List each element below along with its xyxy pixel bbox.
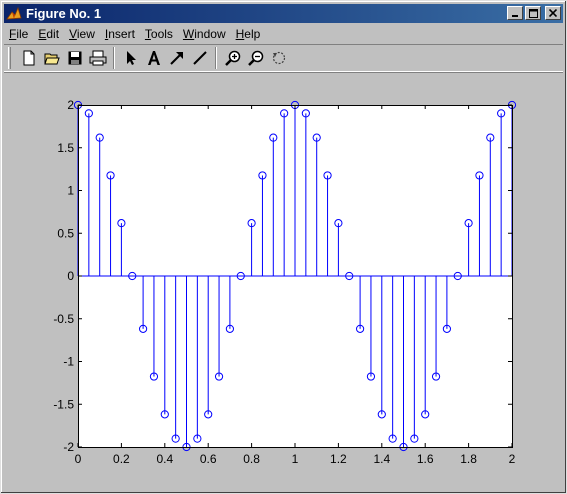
x-tick-label: 2 — [509, 452, 516, 466]
folder-open-icon — [43, 53, 60, 65]
zoom-in-button[interactable] — [221, 47, 244, 69]
zoom-out-icon — [247, 50, 263, 66]
window-title: Figure No. 1 — [26, 6, 102, 21]
y-tick-label: -0.5 — [53, 312, 74, 326]
close-button[interactable] — [545, 6, 561, 20]
insert-text-button[interactable] — [142, 47, 165, 69]
open-file-button[interactable] — [40, 47, 63, 69]
y-tick-label: 0 — [67, 269, 74, 283]
x-tick-label: 1.2 — [330, 452, 347, 466]
zoom-in-icon — [224, 50, 240, 66]
y-tick-label: 1.5 — [57, 141, 74, 155]
y-tick-label: 0.5 — [57, 226, 74, 240]
save-icon — [68, 51, 81, 65]
x-tick-label: 1 — [292, 452, 299, 466]
menu-file[interactable]: File — [4, 27, 33, 41]
save-button[interactable] — [63, 47, 86, 69]
arrow-pointer-icon — [126, 51, 136, 65]
y-tick-label: -1.5 — [53, 397, 74, 411]
figure-toolbar — [4, 44, 563, 72]
edit-plot-button[interactable] — [119, 47, 142, 69]
minimize-icon — [512, 15, 518, 17]
matlab-logo-icon — [6, 6, 22, 22]
rotate-icon — [272, 51, 285, 65]
menu-edit[interactable]: Edit — [33, 27, 64, 41]
x-tick-label: 0.4 — [156, 452, 173, 466]
rotate-3d-button[interactable] — [267, 47, 290, 69]
x-tick-label: 0.8 — [243, 452, 260, 466]
menu-help[interactable]: Help — [231, 27, 266, 41]
menu-view[interactable]: View — [64, 27, 100, 41]
line-icon — [192, 51, 207, 65]
x-tick-label: 0 — [75, 452, 82, 466]
menu-insert[interactable]: Insert — [100, 27, 140, 41]
figure-canvas: 0 0.2 0.4 0.6 0.8 1 1.2 1.4 1.6 1.8 2 -2 -1.5 -1 -0.5 0… — [4, 74, 563, 492]
arrow-icon — [169, 52, 183, 65]
title-bar[interactable]: Figure No. 1 — [4, 4, 563, 23]
x-tick-label: 1.6 — [417, 452, 434, 466]
insert-arrow-button[interactable] — [165, 47, 188, 69]
y-tick-label: 2 — [67, 98, 74, 112]
printer-icon — [89, 50, 106, 66]
menu-bar: File Edit View Insert Tools Window Help — [4, 24, 563, 43]
y-tick-label: 1 — [67, 184, 74, 198]
x-tick-label: 1.8 — [460, 452, 477, 466]
maximize-button[interactable] — [525, 6, 541, 20]
minimize-button[interactable] — [507, 6, 523, 20]
menu-window[interactable]: Window — [178, 27, 231, 41]
figure-window: Figure No. 1 File Edit View Insert Tools… — [0, 0, 567, 494]
close-icon — [549, 9, 557, 17]
insert-line-button[interactable] — [188, 47, 211, 69]
menu-tools[interactable]: Tools — [140, 27, 178, 41]
toolbar-separator — [215, 47, 217, 69]
new-figure-button[interactable] — [17, 47, 40, 69]
text-a-icon — [147, 51, 160, 65]
toolbar-separator — [113, 47, 115, 69]
x-tick-label: 1.4 — [373, 452, 390, 466]
toolbar-grip[interactable] — [8, 47, 11, 69]
new-file-icon — [23, 50, 34, 66]
x-tick-label: 0.6 — [200, 452, 217, 466]
x-tick-label: 0.2 — [113, 452, 130, 466]
y-tick-label: -2 — [63, 440, 74, 454]
print-button[interactable] — [86, 47, 109, 69]
stem-plot[interactable]: 0 0.2 0.4 0.6 0.8 1 1.2 1.4 1.6 1.8 2 -2 -1.5 -1 -0.5 0… — [4, 74, 563, 492]
y-tick-label: -1 — [63, 355, 74, 369]
zoom-out-button[interactable] — [244, 47, 267, 69]
maximize-icon — [528, 8, 538, 18]
